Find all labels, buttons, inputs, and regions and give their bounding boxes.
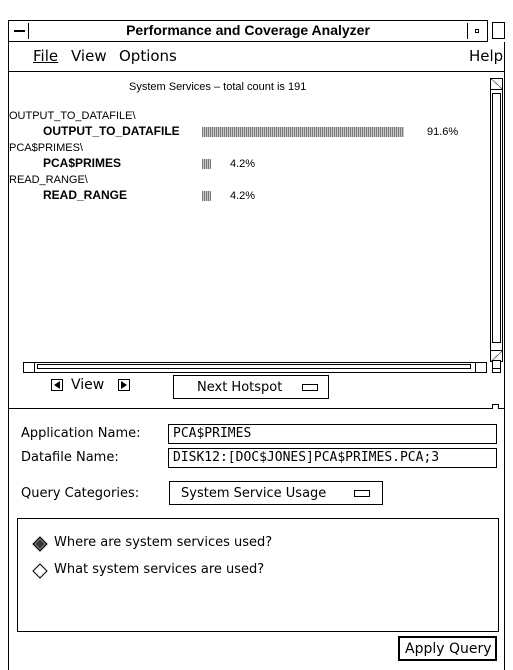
query-option-where[interactable]: Where are system services used? xyxy=(32,535,332,555)
report-panel: System Services – total count is 191 OUT… xyxy=(8,72,505,408)
datafile-name-label: Datafile Name: xyxy=(21,450,119,465)
query-option-what[interactable]: What system services are used? xyxy=(32,562,332,582)
horizontal-scroll-thumb[interactable] xyxy=(37,364,471,369)
query-categories-value: System Service Usage xyxy=(181,486,327,501)
triangle-left-icon xyxy=(54,381,60,389)
radio-selected-icon[interactable] xyxy=(32,536,48,552)
report-percent: 4.2% xyxy=(230,190,256,202)
application-name-label: Application Name: xyxy=(21,426,141,441)
vertical-scrollbar[interactable] xyxy=(490,78,503,362)
window-menu-button[interactable] xyxy=(11,23,29,39)
next-hotspot-label: Next Hotspot xyxy=(197,380,283,395)
report-group-label: READ_RANGE\ xyxy=(9,174,88,186)
application-name-field[interactable]: PCA$PRIMES xyxy=(168,424,497,444)
report-row-name[interactable]: READ_RANGE xyxy=(43,188,127,202)
maximize-button[interactable] xyxy=(492,22,505,39)
report-row-name[interactable]: OUTPUT_TO_DATAFILE xyxy=(43,124,180,138)
query-option-label: What system services are used? xyxy=(54,562,265,577)
next-hotspot-button[interactable]: Next Hotspot xyxy=(173,375,329,399)
view-label: View xyxy=(71,377,105,393)
minimize-icon xyxy=(475,29,479,33)
resize-corner[interactable] xyxy=(492,360,501,369)
report-row-name[interactable]: PCA$PRIMES xyxy=(43,156,121,170)
report-bar xyxy=(202,191,211,201)
report-bar xyxy=(202,127,404,137)
vertical-scroll-thumb[interactable] xyxy=(492,93,501,343)
menu-view[interactable]: View xyxy=(71,47,107,65)
report-group-label: PCA$PRIMES\ xyxy=(9,142,83,154)
query-options-box: Where are system services used? What sys… xyxy=(17,518,499,632)
menu-file[interactable]: File xyxy=(33,47,58,65)
menu-options[interactable]: Options xyxy=(119,47,177,65)
horizontal-scrollbar[interactable] xyxy=(23,362,487,373)
datafile-name-field[interactable]: DISK12:[DOC$JONES]PCA$PRIMES.PCA;3 xyxy=(168,448,497,468)
query-categories-select[interactable]: System Service Usage xyxy=(169,481,383,505)
minimize-button[interactable] xyxy=(467,23,485,39)
query-panel: Application Name: PCA$PRIMES Datafile Na… xyxy=(8,409,505,670)
query-categories-label: Query Categories: xyxy=(21,486,140,501)
window-menu-icon xyxy=(14,30,25,32)
report-percent: 91.6% xyxy=(427,126,459,138)
apply-query-button[interactable]: Apply Query xyxy=(398,636,497,661)
report-group-label: OUTPUT_TO_DATAFILE\ xyxy=(9,110,136,122)
menu-bar: File View Options Help xyxy=(8,42,505,72)
query-option-label: Where are system services used? xyxy=(54,535,273,550)
triangle-right-icon xyxy=(121,381,127,389)
option-menu-icon xyxy=(354,490,370,497)
scroll-up-arrow-icon[interactable] xyxy=(491,79,502,90)
report-percent: 4.2% xyxy=(230,158,256,170)
title-bar: Performance and Coverage Analyzer xyxy=(8,20,488,42)
scroll-left-arrow-icon[interactable] xyxy=(24,363,35,372)
menu-help[interactable]: Help xyxy=(469,47,503,65)
apply-query-label: Apply Query xyxy=(405,641,492,657)
view-prev-button[interactable] xyxy=(51,379,63,391)
view-next-button[interactable] xyxy=(118,379,130,391)
option-menu-icon xyxy=(302,384,318,391)
report-bar xyxy=(202,159,211,169)
report-heading: System Services – total count is 191 xyxy=(129,81,307,93)
scroll-right-arrow-icon[interactable] xyxy=(475,363,486,372)
radio-unselected-icon[interactable] xyxy=(32,563,48,579)
window-title: Performance and Coverage Analyzer xyxy=(126,22,370,38)
